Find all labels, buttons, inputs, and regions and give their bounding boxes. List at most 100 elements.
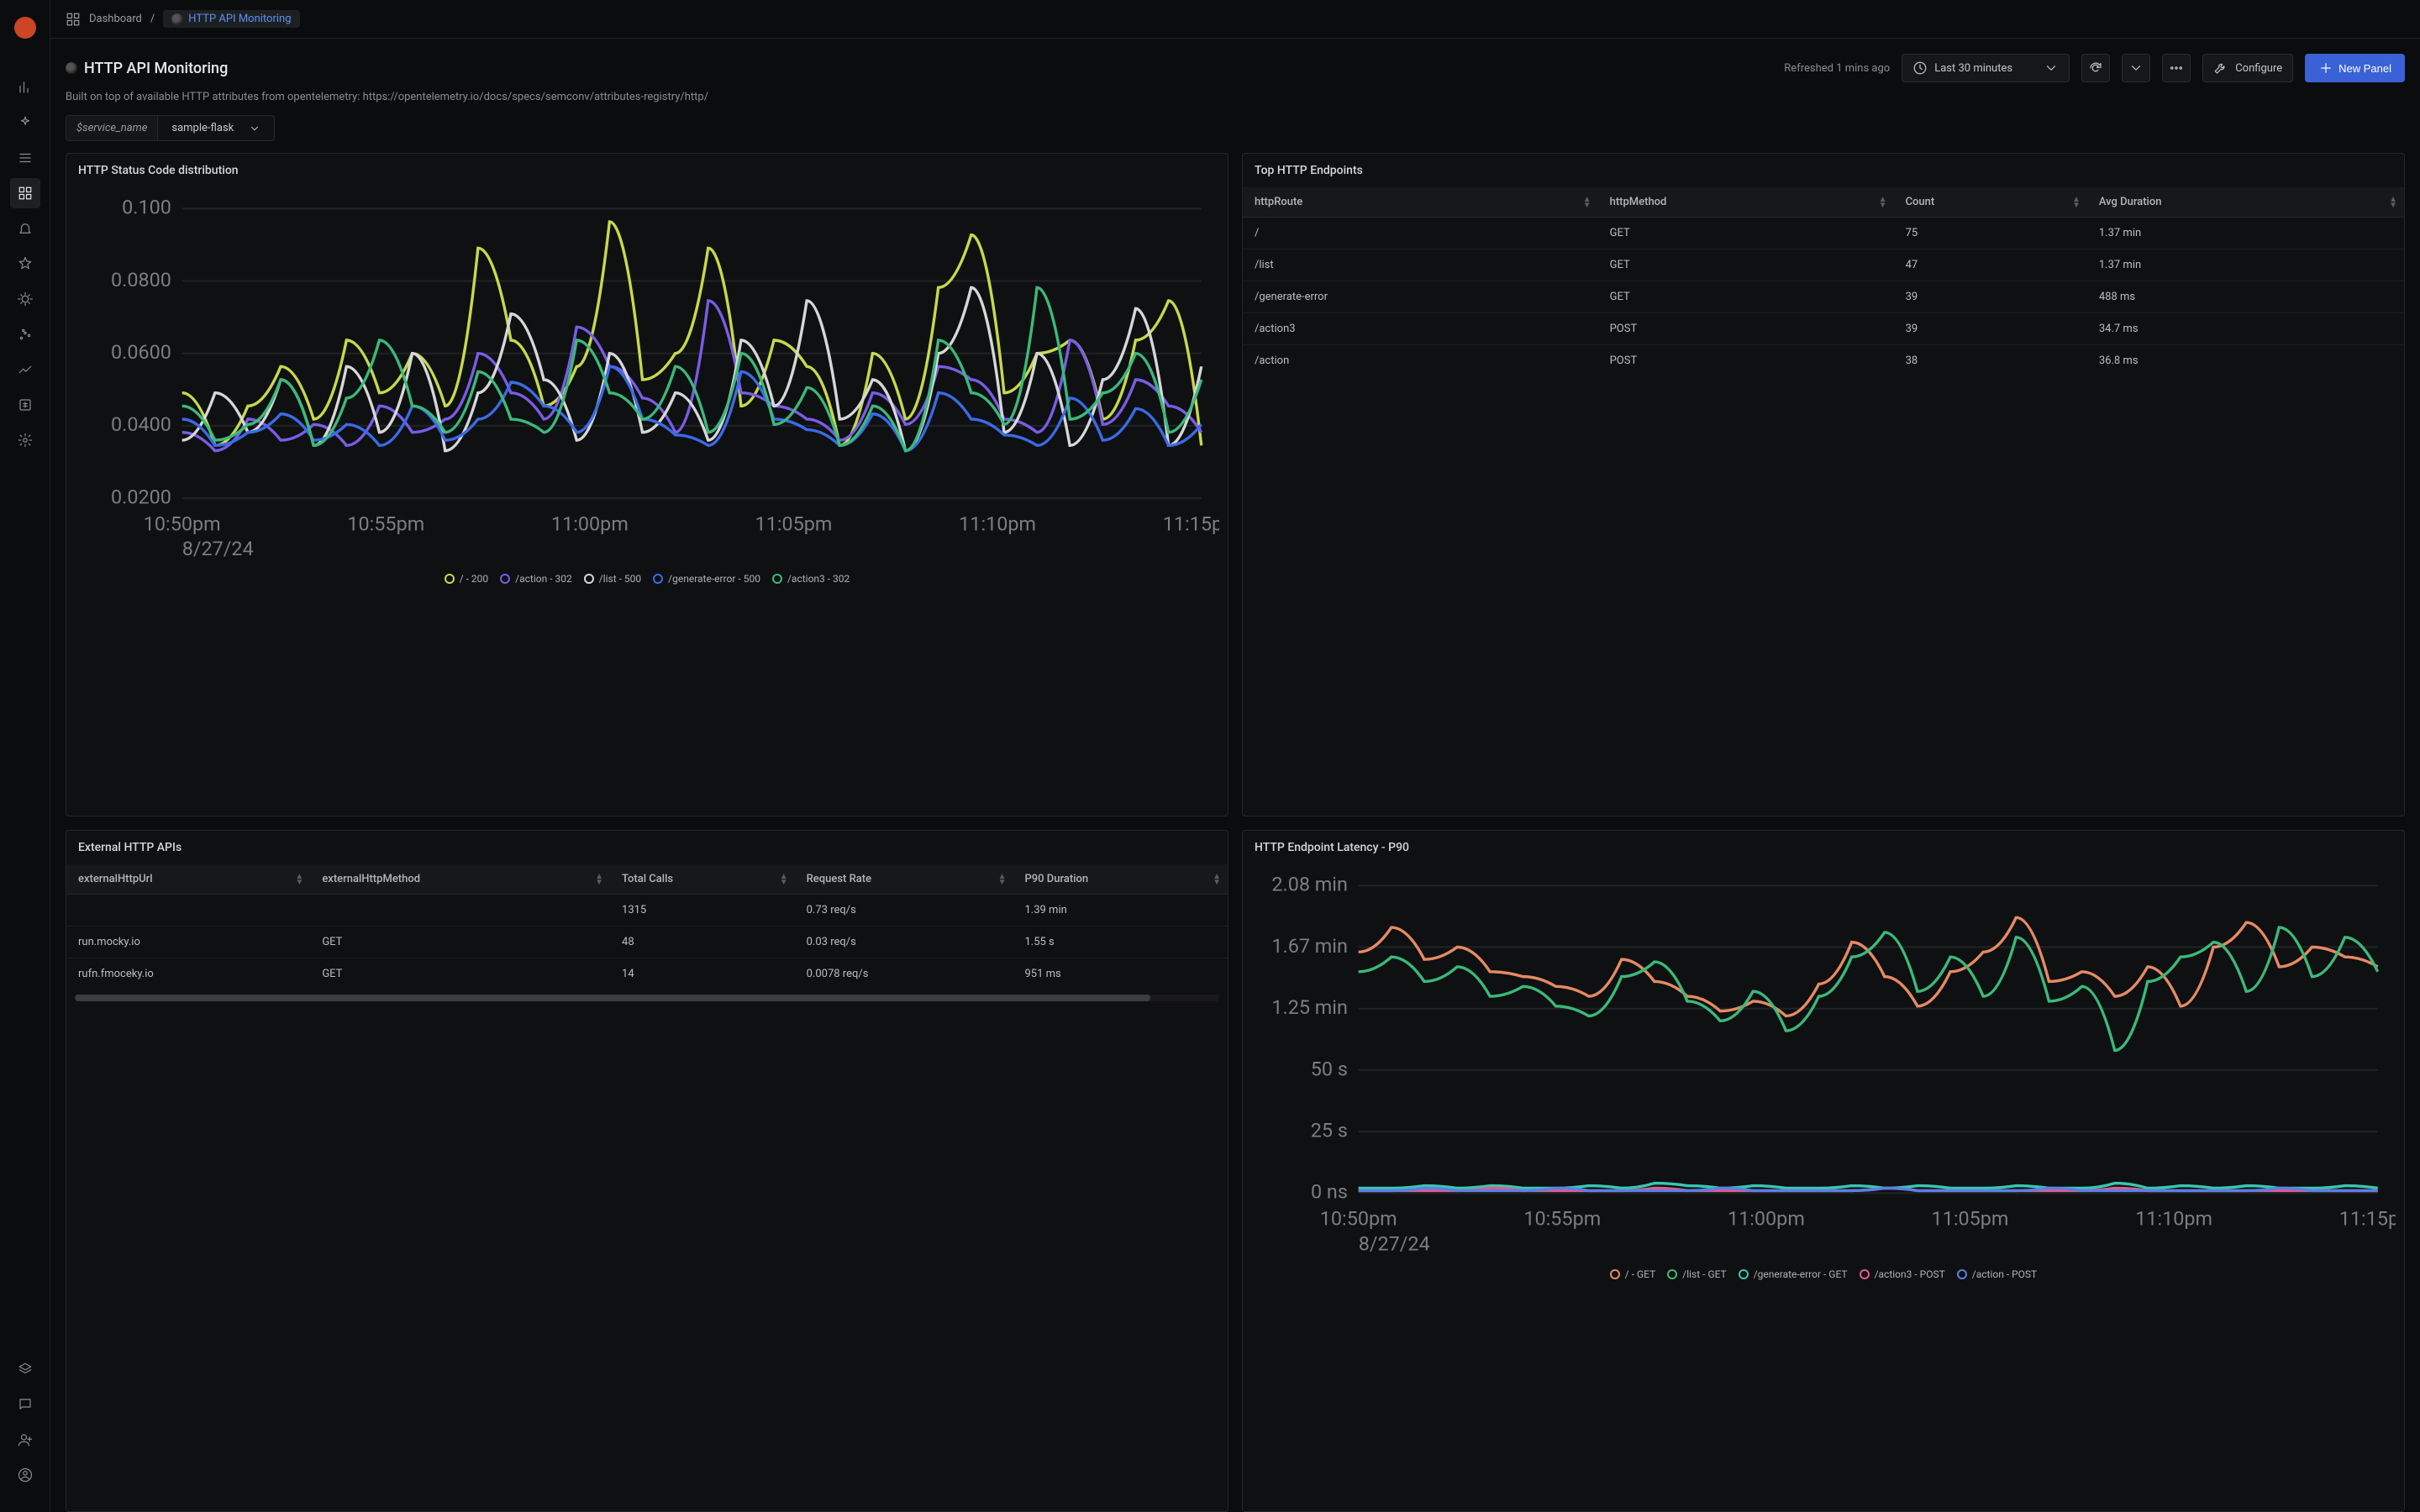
panel-latency-p90: HTTP Endpoint Latency - P90 0 ns25 s50 s… (1242, 830, 2405, 1512)
status-dist-legend: / - 200/action - 302/list - 500/generate… (75, 566, 1219, 588)
sidebar (0, 0, 50, 1512)
svg-text:8/27/24: 8/27/24 (182, 537, 254, 560)
wrench-icon (2213, 60, 2228, 76)
nav-account-icon[interactable] (10, 1460, 40, 1490)
svg-text:0.0600: 0.0600 (111, 340, 171, 364)
nav-dashboard-icon[interactable] (10, 178, 40, 208)
column-header[interactable]: externalHttpUrl▲▼ (66, 864, 310, 895)
table-row[interactable]: /actionPOST3836.8 ms (1243, 345, 2404, 377)
chevron-down-icon (2128, 60, 2144, 76)
grid-icon (66, 12, 81, 27)
nav-layers-icon[interactable] (10, 1354, 40, 1384)
nav-star-icon[interactable] (10, 249, 40, 279)
svg-text:11:10pm: 11:10pm (959, 512, 1036, 535)
nav-chat-icon[interactable] (10, 1389, 40, 1420)
column-header[interactable]: httpRoute▲▼ (1243, 187, 1598, 218)
svg-text:10:50pm: 10:50pm (144, 512, 221, 535)
column-header[interactable]: Total Calls▲▼ (610, 864, 795, 895)
refreshed-label: Refreshed 1 mins ago (1784, 62, 1890, 75)
latency-p90-legend: / - GET/list - GET/generate-error - GET /… (1251, 1262, 2396, 1284)
table-row[interactable]: 13150.73 req/s1.39 min (66, 895, 1228, 927)
svg-text:11:05pm: 11:05pm (755, 512, 833, 535)
nav-invite-icon[interactable] (10, 1425, 40, 1455)
svg-text:11:15pm: 11:15pm (2339, 1207, 2396, 1231)
svg-text:11:10pm: 11:10pm (2135, 1207, 2212, 1231)
legend-item[interactable]: /action3 - 302 (772, 573, 850, 585)
svg-text:50 s: 50 s (1311, 1058, 1348, 1081)
latency-p90-chart: 0 ns25 s50 s1.25 min1.67 min2.08 min10:5… (1251, 868, 2396, 1261)
svg-text:0.0800: 0.0800 (111, 268, 171, 291)
svg-text:11:15pm: 11:15pm (1163, 512, 1219, 535)
breadcrumb-current[interactable]: HTTP API Monitoring (163, 10, 299, 28)
nav-bug-icon[interactable] (10, 284, 40, 314)
breadcrumb-sep: / (150, 13, 155, 25)
svg-text:1.25 min: 1.25 min (1271, 995, 1348, 1019)
panel-status-dist: HTTP Status Code distribution 0.0200 0.04… (66, 153, 1228, 816)
table-row[interactable]: /action3POST3934.7 ms (1243, 313, 2404, 345)
panel-title: HTTP Status Code distribution (66, 154, 1228, 187)
column-header[interactable]: Request Rate▲▼ (795, 864, 1013, 895)
refresh-button[interactable] (2081, 54, 2110, 82)
legend-item[interactable]: / - 200 (445, 573, 488, 585)
top-endpoints-table: httpRoute▲▼httpMethod▲▼Count▲▼Avg Durati… (1243, 187, 2404, 376)
table-row[interactable]: /generate-errorGET39488 ms (1243, 281, 2404, 313)
svg-text:11:00pm: 11:00pm (1728, 1207, 1805, 1231)
svg-text:1.67 min: 1.67 min (1271, 934, 1348, 958)
table-row[interactable]: rufn.fmoceky.ioGET140.0078 req/s951 ms (66, 958, 1228, 990)
nav-settings-icon[interactable] (10, 425, 40, 455)
legend-item[interactable]: /list - GET (1667, 1268, 1726, 1280)
refresh-dropdown[interactable] (2122, 54, 2150, 82)
panel-top-endpoints: Top HTTP Endpoints httpRoute▲▼httpMethod… (1242, 153, 2405, 816)
nav-trend-icon[interactable] (10, 354, 40, 385)
column-header[interactable]: externalHttpMethod▲▼ (310, 864, 610, 895)
legend-item[interactable]: /action - 302 (500, 573, 572, 585)
time-range-picker[interactable]: Last 30 minutes (1902, 54, 2070, 82)
configure-button[interactable]: Configure (2202, 54, 2293, 82)
nav-bar-chart-icon[interactable] (10, 72, 40, 102)
legend-item[interactable]: / - GET (1610, 1268, 1656, 1280)
horizontal-scrollbar[interactable] (75, 995, 1219, 1001)
nav-alert-icon[interactable] (10, 213, 40, 244)
chevron-down-icon (2044, 60, 2059, 76)
app-logo[interactable] (14, 17, 36, 39)
svg-text:0 ns: 0 ns (1311, 1180, 1348, 1204)
breadcrumb: Dashboard / HTTP API Monitoring (50, 0, 2420, 39)
new-panel-button[interactable]: New Panel (2305, 54, 2405, 82)
svg-text:10:55pm: 10:55pm (1523, 1207, 1601, 1231)
column-header[interactable]: Avg Duration▲▼ (2087, 187, 2404, 218)
svg-text:0.0200: 0.0200 (111, 485, 171, 508)
nav-billing-icon[interactable] (10, 390, 40, 420)
refresh-icon (2088, 60, 2103, 76)
globe-icon (171, 13, 183, 25)
legend-item[interactable]: /action - POST (1957, 1268, 2037, 1280)
legend-item[interactable]: /list - 500 (584, 573, 641, 585)
table-row[interactable]: /listGET471.37 min (1243, 249, 2404, 281)
globe-icon (66, 62, 77, 74)
status-dist-chart: 0.02000.04000.06000.08000.10010:50pm10:5… (75, 191, 1219, 566)
column-header[interactable]: P90 Duration▲▼ (1013, 864, 1228, 895)
svg-text:0.100: 0.100 (122, 196, 171, 219)
external-apis-table: externalHttpUrl▲▼externalHttpMethod▲▼Tot… (66, 864, 1228, 990)
nav-list-icon[interactable] (10, 143, 40, 173)
legend-item[interactable]: /action3 - POST (1860, 1268, 1945, 1280)
svg-text:11:00pm: 11:00pm (551, 512, 629, 535)
table-row[interactable]: /GET751.37 min (1243, 218, 2404, 249)
legend-item[interactable]: /generate-error - GET (1739, 1268, 1848, 1280)
table-row[interactable]: run.mocky.ioGET480.03 req/s1.55 s (66, 927, 1228, 958)
nav-sparkle-icon[interactable] (10, 108, 40, 138)
more-icon (2169, 60, 2184, 76)
clock-icon (1912, 60, 1928, 76)
svg-text:25 s: 25 s (1311, 1119, 1348, 1142)
variable-label: $service_name (66, 115, 158, 141)
more-menu[interactable] (2162, 54, 2191, 82)
column-header[interactable]: Count▲▼ (1894, 187, 2087, 218)
svg-text:10:50pm: 10:50pm (1320, 1207, 1397, 1231)
legend-item[interactable]: /generate-error - 500 (653, 573, 760, 585)
breadcrumb-root[interactable]: Dashboard (89, 13, 142, 25)
nav-scatter-icon[interactable] (10, 319, 40, 349)
variable-select[interactable]: sample-flask (158, 115, 275, 141)
column-header[interactable]: httpMethod▲▼ (1598, 187, 1894, 218)
page-description: Built on top of available HTTP attribute… (50, 91, 2420, 115)
svg-text:0.0400: 0.0400 (111, 412, 171, 436)
chevron-down-icon (249, 123, 260, 134)
